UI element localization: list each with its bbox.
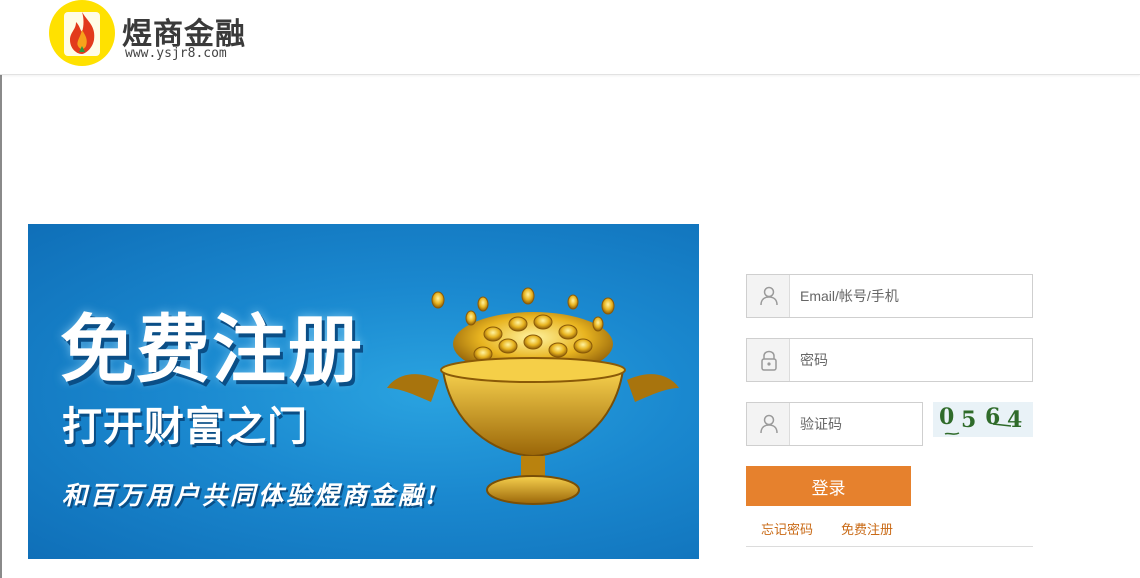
user-icon: [747, 403, 790, 445]
divider: [746, 546, 1033, 547]
captcha-input[interactable]: [791, 403, 922, 445]
page-left-border: [0, 0, 2, 578]
gold-coin-bowl-illustration: [387, 287, 679, 505]
password-field[interactable]: [746, 338, 1033, 382]
site-header: 煜商金融 www.ysjr8.com: [0, 0, 1140, 75]
password-input[interactable]: [791, 339, 1032, 381]
brand-url: www.ysjr8.com: [125, 46, 227, 61]
flame-logo-icon: [49, 0, 115, 66]
username-input[interactable]: [791, 275, 1032, 317]
captcha-field[interactable]: [746, 402, 923, 446]
register-promo-banner[interactable]: 免费注册 打开财富之门 和百万用户共同体验煜商金融!: [28, 224, 699, 559]
captcha-noise-lines: [944, 423, 1012, 435]
forgot-password-link[interactable]: 忘记密码: [761, 519, 813, 538]
captcha-image[interactable]: 0 5 6 4: [933, 402, 1033, 437]
lock-icon: [747, 339, 790, 381]
banner-subtitle: 打开财富之门: [62, 404, 308, 450]
user-icon: [747, 275, 790, 317]
register-link[interactable]: 免费注册: [841, 519, 893, 538]
banner-headline: 免费注册: [60, 307, 364, 393]
login-button[interactable]: 登录: [746, 466, 911, 506]
username-field[interactable]: [746, 274, 1033, 318]
